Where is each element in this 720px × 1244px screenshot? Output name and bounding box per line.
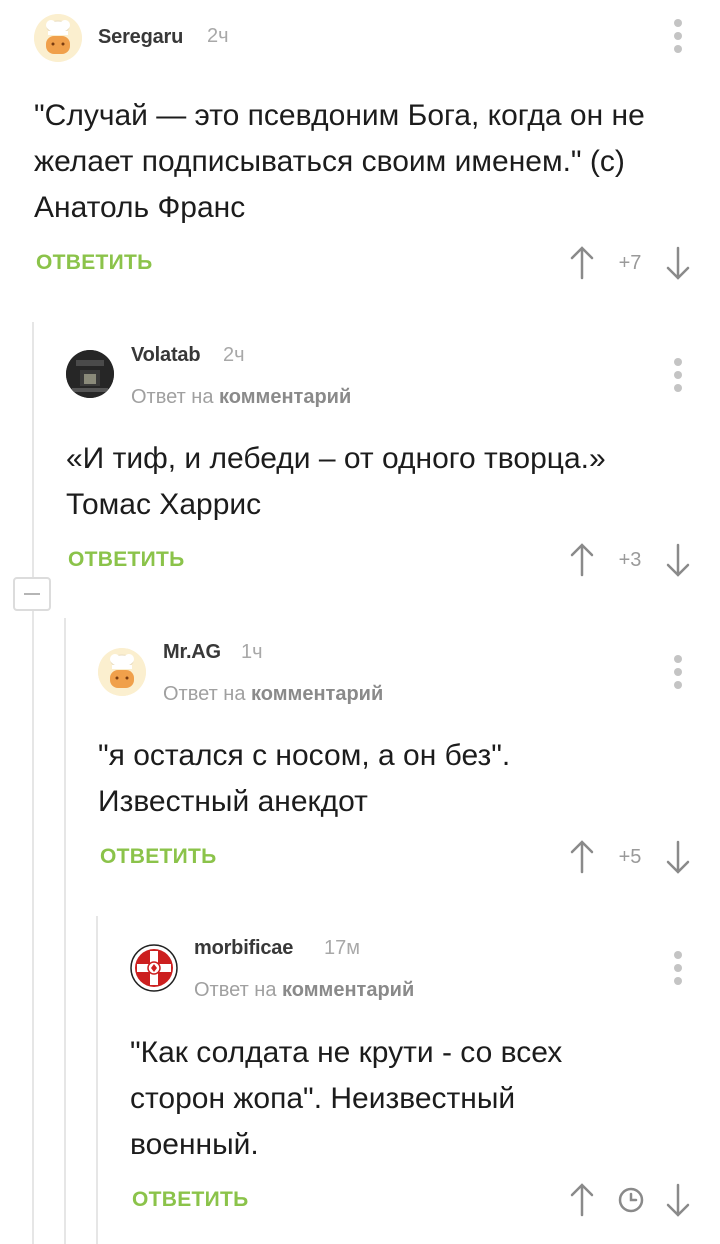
reply-to-link[interactable]: комментарий (251, 683, 383, 705)
comment-text-line: военный. (130, 1128, 259, 1161)
reply-button[interactable]: ОТВЕТИТЬ (36, 251, 153, 275)
author-name[interactable]: Seregaru (98, 26, 183, 49)
reply-button[interactable]: ОТВЕТИТЬ (100, 845, 217, 869)
author-name[interactable]: morbificae (194, 937, 293, 960)
comment-text: "Случай — это псевдоним Бога, когда он н… (34, 93, 645, 231)
thread-line (96, 916, 98, 1244)
comment-text-line: желает подписываться своим именем." (с) (34, 145, 625, 178)
upvote-icon[interactable] (569, 840, 595, 874)
timestamp: 2ч (223, 344, 245, 366)
avatar[interactable] (34, 14, 82, 62)
avatar[interactable] (98, 648, 146, 696)
comment-text-line: Анатоль Франс (34, 191, 246, 224)
reply-to-prefix: Ответ на (163, 683, 246, 705)
comment-text-line: «И тиф, и лебеди – от одного творца.» (66, 442, 606, 475)
downvote-icon[interactable] (665, 1183, 691, 1217)
reply-to-prefix: Ответ на (131, 386, 214, 408)
comment-text-line: Томас Харрис (66, 488, 262, 521)
comment-text-line: сторон жопа". Неизвестный (130, 1082, 516, 1115)
more-options-icon[interactable] (673, 358, 683, 394)
avatar[interactable] (130, 944, 178, 992)
reply-to-label: Ответ на комментарий (194, 979, 414, 1002)
upvote-icon[interactable] (569, 543, 595, 577)
more-options-icon[interactable] (673, 655, 683, 691)
rating-value: +3 (618, 549, 642, 571)
more-options-icon[interactable] (673, 951, 683, 987)
reply-to-label: Ответ на комментарий (131, 386, 351, 409)
upvote-icon[interactable] (569, 1183, 595, 1217)
timestamp: 2ч (207, 25, 229, 47)
reply-to-link[interactable]: комментарий (282, 979, 414, 1001)
downvote-icon[interactable] (665, 543, 691, 577)
collapse-thread-button[interactable] (13, 577, 51, 611)
reply-button[interactable]: ОТВЕТИТЬ (132, 1188, 249, 1212)
comment-text-line: "Случай — это псевдоним Бога, когда он н… (34, 99, 645, 132)
author-name[interactable]: Mr.AG (163, 641, 221, 664)
reply-to-link[interactable]: комментарий (219, 386, 351, 408)
comment-text-line: Известный анекдот (98, 785, 368, 818)
comment-text-line: "Как солдата не крути - со всех (130, 1036, 563, 1069)
downvote-icon[interactable] (665, 246, 691, 280)
comment-text: «И тиф, и лебеди – от одного творца.» То… (66, 436, 606, 528)
upvote-icon[interactable] (569, 246, 595, 280)
comment-text: "я остался с носом, а он без". Известный… (98, 733, 510, 825)
avatar[interactable] (66, 350, 114, 398)
rating-value: +7 (618, 252, 642, 274)
red-cross-emblem-icon (130, 944, 178, 992)
comment-text: "Как солдата не крути - со всех сторон ж… (130, 1030, 562, 1168)
reply-to-label: Ответ на комментарий (163, 683, 383, 706)
timestamp: 1ч (241, 641, 263, 663)
clock-icon (618, 1187, 644, 1213)
comment-text-line: "я остался с носом, а он без". (98, 739, 511, 772)
timestamp: 17м (324, 937, 360, 959)
thread-line (32, 322, 34, 1244)
reply-to-prefix: Ответ на (194, 979, 277, 1001)
reply-button[interactable]: ОТВЕТИТЬ (68, 548, 185, 572)
thread-line (64, 618, 66, 1244)
downvote-icon[interactable] (665, 840, 691, 874)
chef-icon (34, 14, 82, 62)
author-name[interactable]: Volatab (131, 344, 201, 367)
more-options-icon[interactable] (673, 19, 683, 55)
dark-photo-icon (66, 350, 114, 398)
chef-icon (98, 648, 146, 696)
rating-value: +5 (618, 846, 642, 868)
